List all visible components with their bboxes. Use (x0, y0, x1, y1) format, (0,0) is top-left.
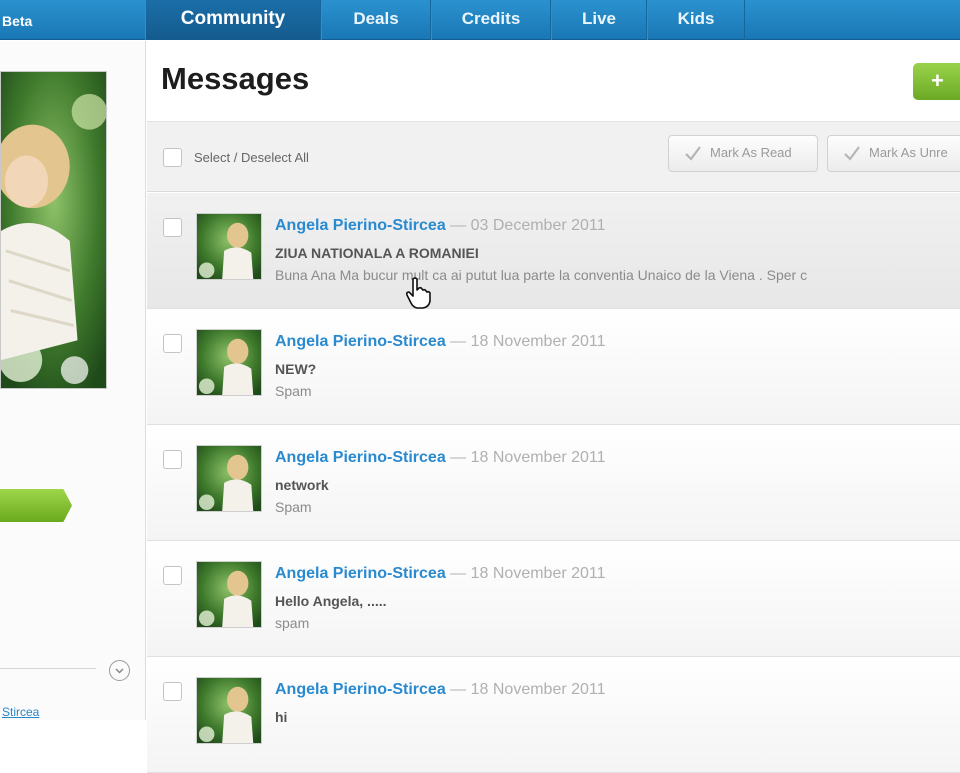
sidebar-divider (0, 668, 96, 669)
message-meta: Angela Pierino-Stircea — 18 November 201… (275, 333, 606, 351)
tab-community[interactable]: Community (145, 0, 321, 40)
chevron-down-icon[interactable] (109, 660, 130, 681)
mark-as-read-button[interactable]: Mark As Read (668, 135, 818, 172)
sender-avatar[interactable] (196, 445, 262, 512)
sidebar-profile-link[interactable]: Stircea (2, 705, 39, 719)
message-subject[interactable]: ZIUA NATIONALA A ROMANIEI (275, 245, 479, 261)
message-row[interactable]: Angela Pierino-Stircea — 18 November 201… (147, 309, 960, 425)
message-row[interactable]: Angela Pierino-Stircea — 18 November 201… (147, 657, 960, 773)
message-date: — 18 November 2011 (450, 449, 606, 466)
sidebar-green-action-button[interactable] (0, 489, 72, 522)
message-date: — 18 November 2011 (450, 565, 606, 582)
messages-toolbar: Select / Deselect All Mark As Read Mark … (147, 121, 960, 192)
message-meta: Angela Pierino-Stircea — 18 November 201… (275, 565, 606, 583)
mark-as-unread-label: Mark As Unre (869, 145, 948, 160)
message-preview[interactable]: Buna Ana Ma bucur mult ca ai putut lua p… (275, 267, 955, 283)
message-checkbox[interactable] (163, 566, 182, 585)
new-message-button[interactable]: + (913, 63, 960, 100)
message-row[interactable]: Angela Pierino-Stircea — 18 November 201… (147, 541, 960, 657)
checkmark-icon (844, 146, 860, 161)
brand-beta-label: Beta (2, 13, 33, 29)
top-nav-bar: Beta Community Deals Credits Live Kids (0, 0, 960, 40)
message-subject[interactable]: hi (275, 709, 287, 725)
message-preview[interactable]: Spam (275, 499, 955, 515)
message-checkbox[interactable] (163, 218, 182, 237)
message-subject[interactable]: Hello Angela, ..... (275, 593, 387, 609)
message-date: — 03 December 2011 (450, 217, 606, 234)
hand-cursor-icon (405, 277, 431, 309)
message-meta: Angela Pierino-Stircea — 18 November 201… (275, 449, 606, 467)
message-date: — 18 November 2011 (450, 333, 606, 350)
message-row[interactable]: Angela Pierino-Stircea — 03 December 201… (147, 193, 960, 309)
sender-name-link[interactable]: Angela Pierino-Stircea (275, 565, 446, 582)
select-all-checkbox[interactable] (163, 148, 182, 167)
message-preview[interactable]: Spam (275, 383, 955, 399)
message-checkbox[interactable] (163, 682, 182, 701)
message-subject[interactable]: network (275, 477, 329, 493)
tab-credits[interactable]: Credits (431, 0, 551, 40)
message-meta: Angela Pierino-Stircea — 03 December 201… (275, 217, 606, 235)
message-date: — 18 November 2011 (450, 681, 606, 698)
tab-deals[interactable]: Deals (321, 0, 431, 40)
tab-kids[interactable]: Kids (647, 0, 745, 40)
sender-avatar[interactable] (196, 213, 262, 280)
mark-as-read-label: Mark As Read (710, 145, 792, 160)
nav-tabs: Community Deals Credits Live Kids (145, 0, 745, 40)
message-checkbox[interactable] (163, 450, 182, 469)
messages-panel: Messages + Select / Deselect All Mark As… (147, 41, 960, 773)
message-subject[interactable]: NEW? (275, 361, 316, 377)
sender-name-link[interactable]: Angela Pierino-Stircea (275, 333, 446, 350)
profile-sidebar: Stircea (0, 41, 146, 720)
message-meta: Angela Pierino-Stircea — 18 November 201… (275, 681, 606, 699)
message-checkbox[interactable] (163, 334, 182, 353)
profile-photo[interactable] (0, 71, 107, 389)
sender-avatar[interactable] (196, 677, 262, 744)
message-preview[interactable]: spam (275, 615, 955, 631)
sender-name-link[interactable]: Angela Pierino-Stircea (275, 449, 446, 466)
sender-avatar[interactable] (196, 329, 262, 396)
sender-name-link[interactable]: Angela Pierino-Stircea (275, 217, 446, 234)
plus-icon: + (931, 68, 944, 93)
page-title: Messages (161, 61, 310, 96)
sender-avatar[interactable] (196, 561, 262, 628)
mark-as-unread-button[interactable]: Mark As Unre (827, 135, 960, 172)
checkmark-icon (685, 146, 701, 161)
tab-live[interactable]: Live (551, 0, 647, 40)
select-all-label[interactable]: Select / Deselect All (194, 150, 309, 165)
sender-name-link[interactable]: Angela Pierino-Stircea (275, 681, 446, 698)
message-row[interactable]: Angela Pierino-Stircea — 18 November 201… (147, 425, 960, 541)
